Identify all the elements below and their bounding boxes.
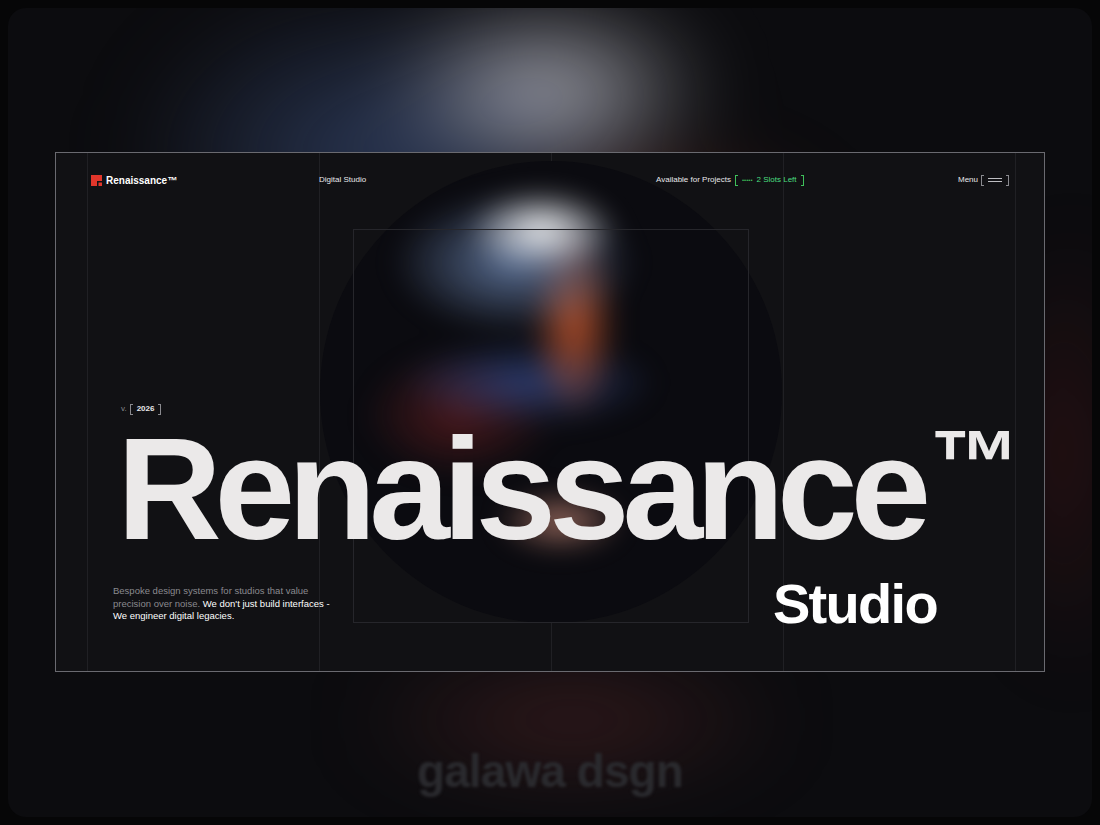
version-tag: v. 2026: [121, 403, 987, 415]
availability-label: Available for Projects: [656, 174, 731, 186]
hero-title: Renaissance: [117, 417, 924, 562]
brand[interactable]: Renaissance™: [91, 173, 319, 188]
top-nav: Renaissance™ Digital StudioAvailable for …: [56, 153, 1044, 193]
bracket-content: ••••• 2 Slots Left: [738, 174, 801, 186]
version-bracket: 2026: [130, 403, 162, 415]
hero-subtitle: Studio: [773, 576, 937, 632]
hero: v. 2026 Renaissance™ Bespoke design systems…: [56, 403, 1044, 632]
menu-button[interactable]: Menu: [958, 174, 1009, 186]
bracket-left: [130, 404, 133, 415]
bracket-left: [981, 175, 984, 186]
logo-mark-icon: [91, 175, 102, 186]
page: Renaissance™ Digital StudioAvailable for …: [0, 0, 1100, 825]
bracket-right: [158, 404, 161, 415]
availability: Available for Projects ••••• 2 Slots Left: [656, 174, 804, 186]
hero-frame: Renaissance™ Digital StudioAvailable for …: [55, 152, 1045, 672]
trademark-mark: ™: [930, 417, 1020, 507]
bracket-left: [735, 175, 738, 186]
bracket-content: [984, 178, 1006, 182]
slots-badge: ••••• 2 Slots Left: [735, 174, 804, 186]
hero-description: Bespoke design systems for studios that …: [113, 585, 331, 623]
menu-icon: [988, 178, 1002, 182]
watermark: galawa dsgn: [0, 748, 1100, 794]
slots-dots: •••••: [742, 176, 753, 185]
hero-content: Renaissance™ Digital StudioAvailable for …: [56, 153, 1044, 671]
bracket-content: 2026: [133, 403, 159, 415]
version-number: 2026: [137, 403, 155, 415]
slots-label: 2 Slots Left: [757, 174, 797, 186]
grid-line: [1015, 153, 1016, 671]
grid-line: [87, 153, 88, 671]
brand-name: Renaissance™: [106, 173, 177, 188]
hero-bottom-row: Bespoke design systems for studios that …: [113, 576, 987, 632]
bracket-right: [1006, 175, 1009, 186]
bracket-right: [801, 175, 804, 186]
menu-label: Menu: [958, 174, 978, 186]
menu-bracket: [981, 175, 1009, 186]
tagline: Digital Studio: [319, 174, 656, 186]
hero-title-row: Renaissance™: [117, 417, 987, 562]
version-prefix: v.: [121, 403, 127, 415]
